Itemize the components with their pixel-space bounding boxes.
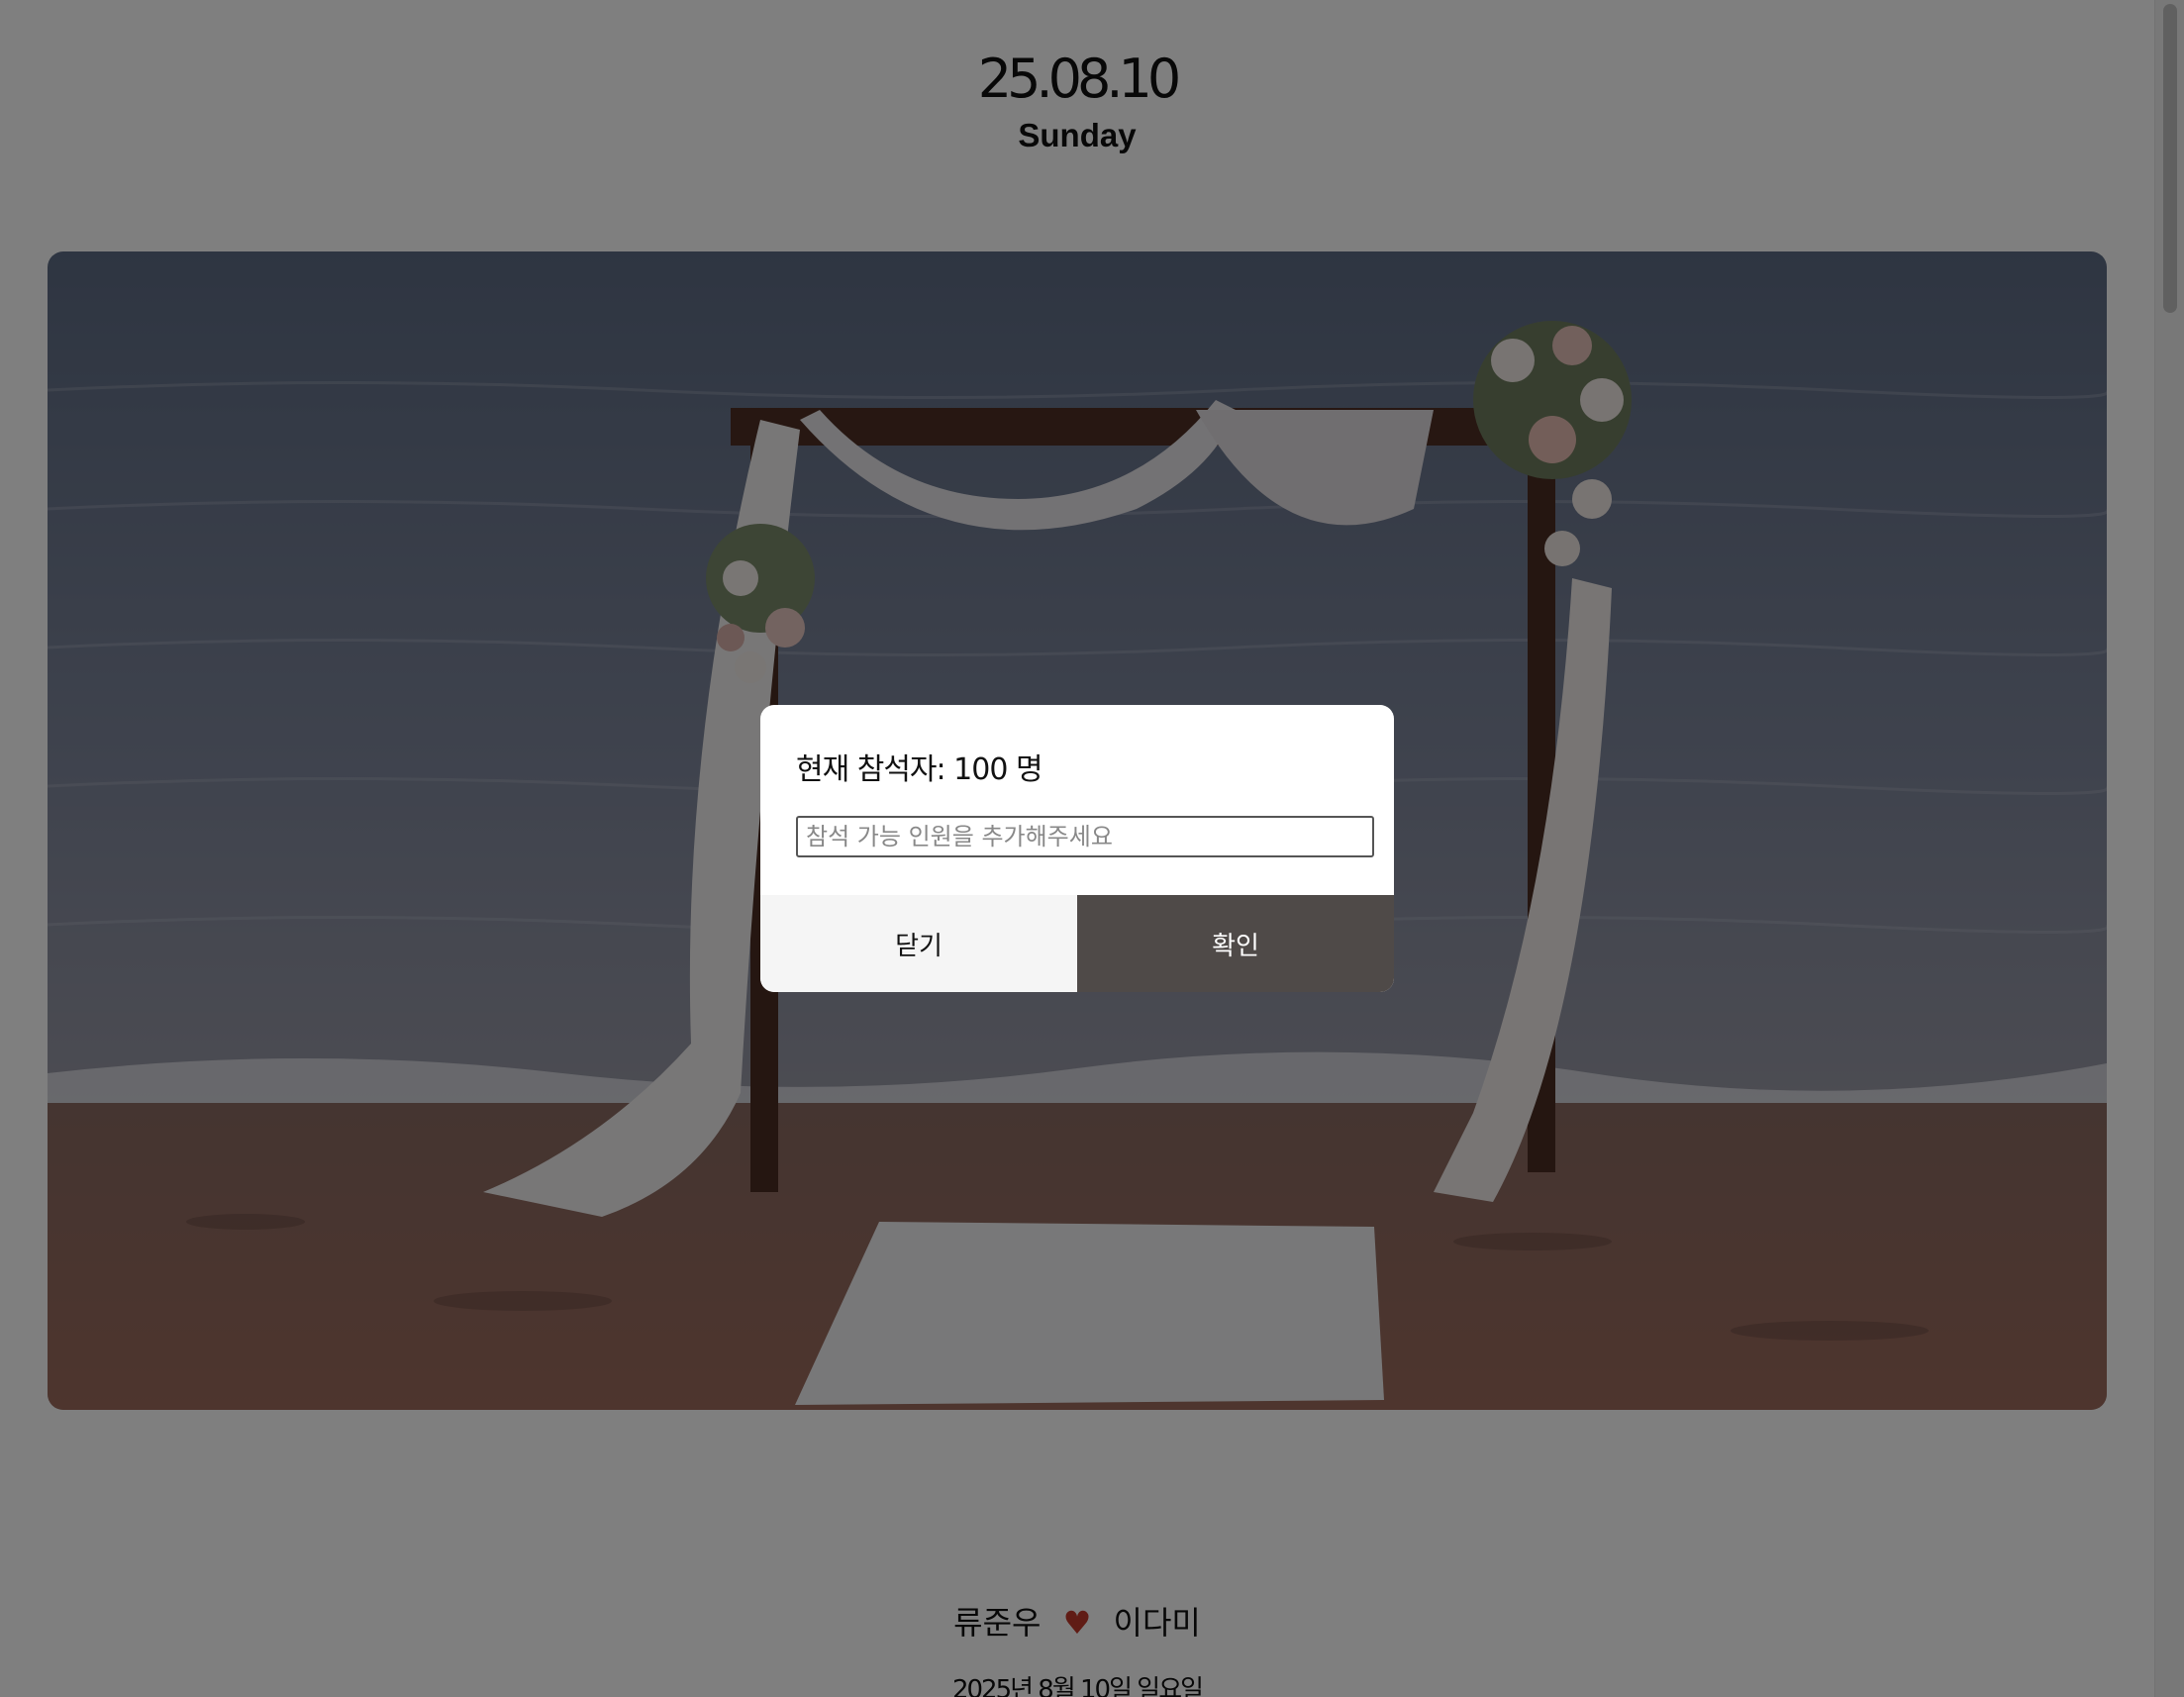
confirm-button[interactable]: 확인 <box>1077 895 1394 992</box>
modal-title: 현재 참석자: 100 명 <box>796 752 1043 787</box>
close-button[interactable]: 닫기 <box>760 895 1077 992</box>
attendance-modal: 현재 참석자: 100 명 닫기 확인 <box>760 705 1394 992</box>
attendee-count-input[interactable] <box>796 816 1374 857</box>
modal-button-row: 닫기 확인 <box>760 895 1394 992</box>
page: 25.08.10 Sunday <box>0 0 2184 1697</box>
